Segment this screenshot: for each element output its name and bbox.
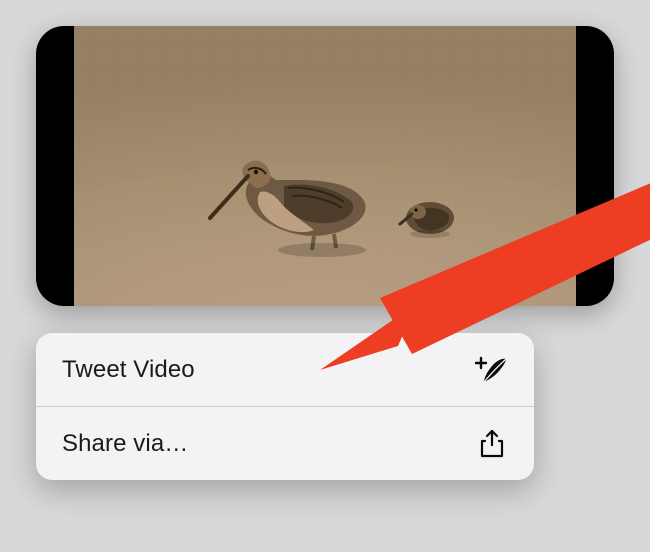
menu-item-label: Share via… <box>62 430 188 458</box>
video-scene-bird <box>204 122 404 262</box>
context-menu: Tweet Video Share via… <box>36 333 534 480</box>
menu-item-label: Tweet Video <box>62 356 195 384</box>
menu-item-share-via[interactable]: Share via… <box>36 407 534 480</box>
share-icon <box>474 429 510 459</box>
video-frame <box>74 26 576 306</box>
menu-item-tweet-video[interactable]: Tweet Video <box>36 333 534 406</box>
plus-feather-icon <box>474 355 510 385</box>
video-scene-bird-small <box>394 184 468 242</box>
video-preview[interactable] <box>36 26 614 306</box>
